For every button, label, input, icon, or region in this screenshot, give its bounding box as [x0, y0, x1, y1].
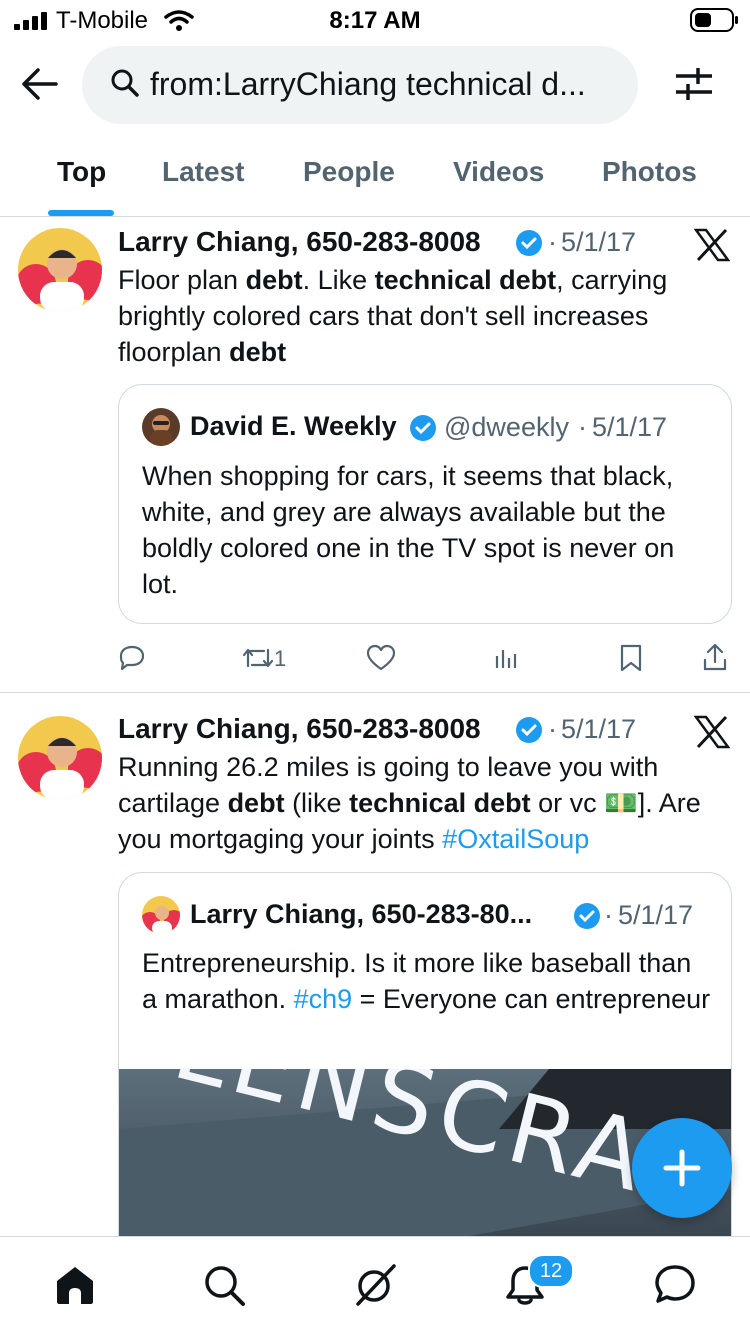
date-separator: ·: [548, 714, 557, 744]
tweet-date[interactable]: 5/1/17: [561, 227, 636, 258]
back-arrow-icon[interactable]: [20, 66, 60, 102]
money-emoji: 💵: [604, 788, 638, 818]
hashtag-link[interactable]: #OxtailSoup: [442, 824, 589, 854]
tweet-author-name[interactable]: Larry Chiang, 650-283-8008: [118, 713, 481, 745]
tab-top[interactable]: Top: [57, 152, 106, 196]
quoted-avatar: [142, 408, 180, 446]
home-icon[interactable]: [54, 1264, 96, 1306]
retweet-icon[interactable]: [242, 646, 274, 670]
date-separator: ·: [578, 412, 587, 442]
divider: [0, 692, 750, 693]
search-nav-icon[interactable]: [203, 1264, 247, 1308]
compose-post-button[interactable]: [632, 1118, 732, 1218]
battery-icon: [690, 8, 738, 32]
x-logo-icon: [694, 228, 730, 262]
filter-settings-icon[interactable]: [674, 64, 714, 104]
retweet-count: 1: [274, 646, 287, 671]
tweet-text: Floor plan debt. Like technical debt, ca…: [118, 265, 668, 367]
tweet-text: Running 26.2 miles is going to leave you…: [118, 752, 701, 854]
tweet-author-name[interactable]: Larry Chiang, 650-283-8008: [118, 226, 481, 258]
search-icon: [111, 69, 139, 97]
search-query[interactable]: from:LarryChiang technical d...: [150, 64, 620, 104]
verified-badge-icon: [410, 415, 436, 441]
hashtag-link[interactable]: #ch9: [294, 984, 353, 1014]
tab-videos[interactable]: Videos: [453, 152, 544, 196]
grok-icon[interactable]: [350, 1262, 398, 1310]
quoted-date: 5/1/17: [592, 412, 668, 442]
avatar[interactable]: [18, 716, 102, 800]
messages-icon[interactable]: [653, 1263, 697, 1307]
quoted-text: Entrepreneurship. Is it more like baseba…: [142, 948, 711, 1014]
x-logo-icon: [694, 715, 730, 749]
quoted-author-name: David E. Weekly: [190, 411, 397, 441]
views-analytics-icon[interactable]: [494, 646, 518, 670]
quoted-tweet-card[interactable]: LENSCRA: [118, 872, 732, 1294]
quoted-date: 5/1/17: [618, 900, 694, 930]
date-separator: ·: [548, 227, 557, 257]
quoted-handle: @dweekly: [444, 412, 569, 442]
date-separator: ·: [604, 900, 613, 930]
quoted-text: When shopping for cars, it seems that bl…: [142, 461, 675, 599]
reply-icon[interactable]: [118, 644, 146, 672]
notifications-count-badge: 12: [528, 1254, 574, 1288]
tab-photos[interactable]: Photos: [602, 152, 697, 196]
plus-icon: [663, 1149, 701, 1187]
divider: [0, 216, 750, 217]
like-heart-icon[interactable]: [366, 644, 396, 672]
status-bar: T-Mobile 8:17 AM: [0, 0, 750, 42]
bookmark-icon[interactable]: [620, 644, 642, 672]
avatar[interactable]: [18, 228, 102, 312]
tab-latest[interactable]: Latest: [162, 152, 244, 196]
status-time: 8:17 AM: [329, 7, 421, 34]
quoted-avatar: [142, 896, 180, 934]
verified-badge-icon: [516, 230, 542, 256]
verified-badge-icon: [574, 903, 600, 929]
verified-badge-icon: [516, 717, 542, 743]
tab-people[interactable]: People: [303, 152, 395, 196]
quoted-author-name: Larry Chiang, 650-283-80...: [190, 899, 533, 929]
tweet-date[interactable]: 5/1/17: [561, 714, 636, 745]
share-icon[interactable]: [702, 642, 728, 672]
